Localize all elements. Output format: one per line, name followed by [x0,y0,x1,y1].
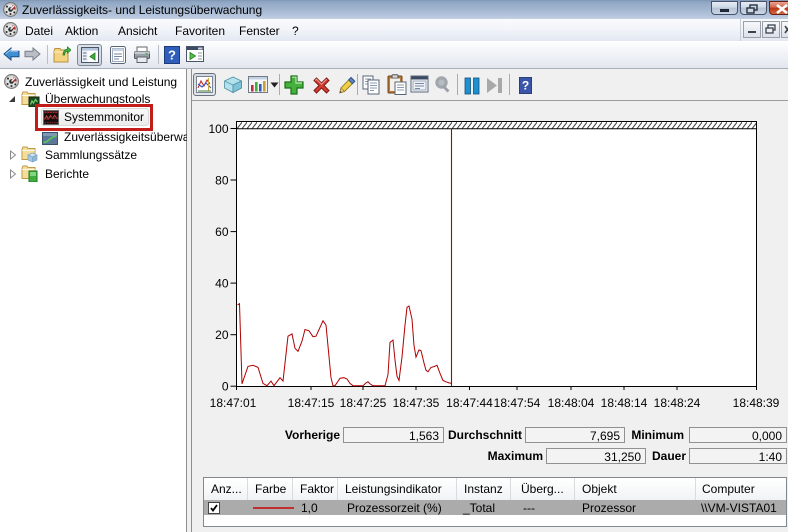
svg-text:?: ? [522,79,529,93]
svg-text:80: 80 [215,174,229,188]
svg-text:18:48:24: 18:48:24 [654,396,701,410]
svg-text:18:48:39: 18:48:39 [733,396,780,410]
svg-text:?: ? [168,48,176,63]
svg-text:18:48:14: 18:48:14 [601,396,648,410]
svg-text:18:47:01: 18:47:01 [210,396,257,410]
svg-text:18:47:25: 18:47:25 [340,396,387,410]
svg-text:20: 20 [215,328,229,342]
svg-text:18:47:15: 18:47:15 [288,396,335,410]
svg-text:18:47:54: 18:47:54 [494,396,541,410]
svg-text:100: 100 [208,122,228,136]
svg-text:18:47:44: 18:47:44 [446,396,493,410]
svg-text:18:47:35: 18:47:35 [393,396,440,410]
svg-text:40: 40 [215,277,229,291]
svg-text:0: 0 [222,380,229,394]
svg-text:60: 60 [215,225,229,239]
svg-text:18:48:04: 18:48:04 [548,396,595,410]
